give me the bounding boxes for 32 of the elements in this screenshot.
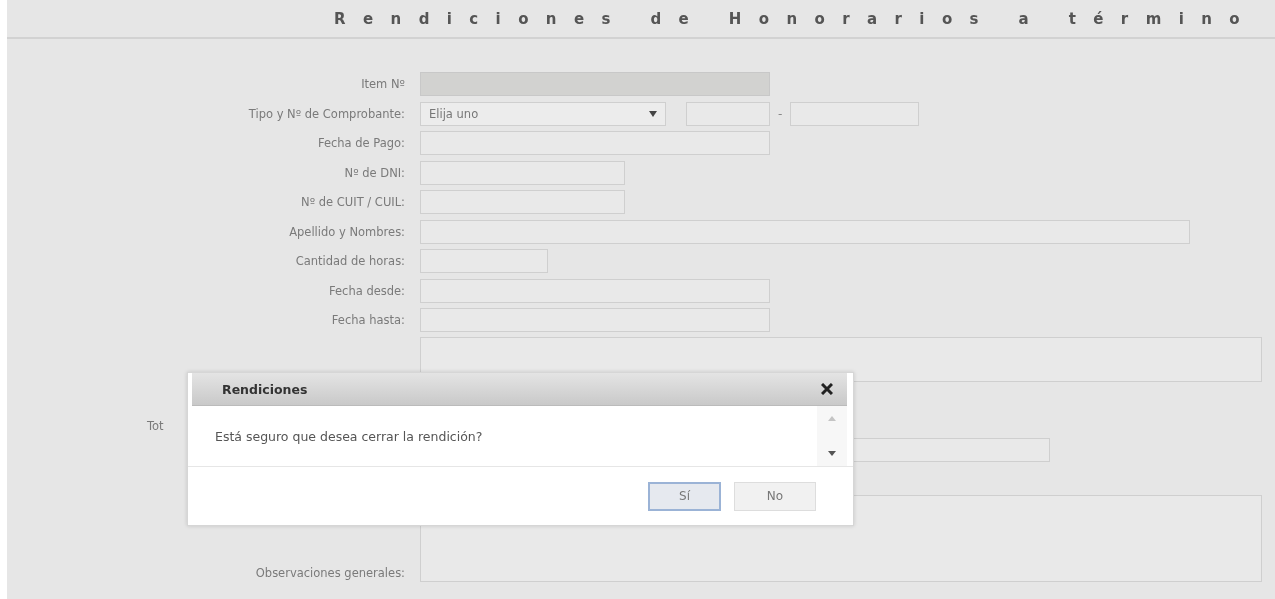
field-label: Observaciones generales: bbox=[255, 566, 405, 580]
scrollbar[interactable] bbox=[817, 406, 847, 466]
text-field[interactable] bbox=[420, 131, 770, 155]
page-title: Rendiciones de Honorarios a término bbox=[334, 9, 1257, 28]
text-field[interactable] bbox=[420, 249, 548, 273]
field-label: Item Nº bbox=[361, 77, 405, 91]
text-field[interactable] bbox=[420, 190, 625, 214]
dialog-button[interactable]: Sí bbox=[648, 481, 721, 511]
text-field[interactable] bbox=[420, 219, 1190, 244]
dropdown-arrow-icon bbox=[649, 110, 657, 117]
close-icon[interactable] bbox=[821, 383, 833, 395]
field-label: Fecha hasta: bbox=[331, 313, 405, 327]
type-dropdown[interactable]: Elija uno bbox=[420, 101, 666, 126]
text-field[interactable] bbox=[686, 101, 770, 126]
field-label: Tipo y Nº de Comprobante: bbox=[248, 106, 405, 121]
dialog-message: Está seguro que desea cerrar la rendición? bbox=[215, 428, 483, 444]
dialog-title: Rendiciones bbox=[222, 381, 308, 397]
field-label: Apellido y Nombres: bbox=[289, 224, 405, 239]
field-label: Tot bbox=[147, 419, 164, 433]
field-label: Fecha de Pago: bbox=[317, 136, 405, 150]
separator: - bbox=[778, 106, 783, 121]
text-field[interactable] bbox=[420, 278, 770, 303]
scroll-down-icon[interactable] bbox=[828, 451, 836, 456]
scroll-up-icon[interactable] bbox=[828, 416, 836, 421]
field-label: Nº de DNI: bbox=[344, 165, 405, 180]
field-label: Nº de CUIT / CUIL: bbox=[301, 195, 405, 209]
field-label: Cantidad de horas: bbox=[295, 254, 405, 268]
text-field[interactable] bbox=[420, 160, 625, 185]
text-field[interactable] bbox=[790, 101, 920, 126]
text-field[interactable] bbox=[420, 308, 770, 332]
field-label: Fecha desde: bbox=[329, 283, 405, 298]
dialog-button[interactable]: No bbox=[734, 481, 816, 511]
